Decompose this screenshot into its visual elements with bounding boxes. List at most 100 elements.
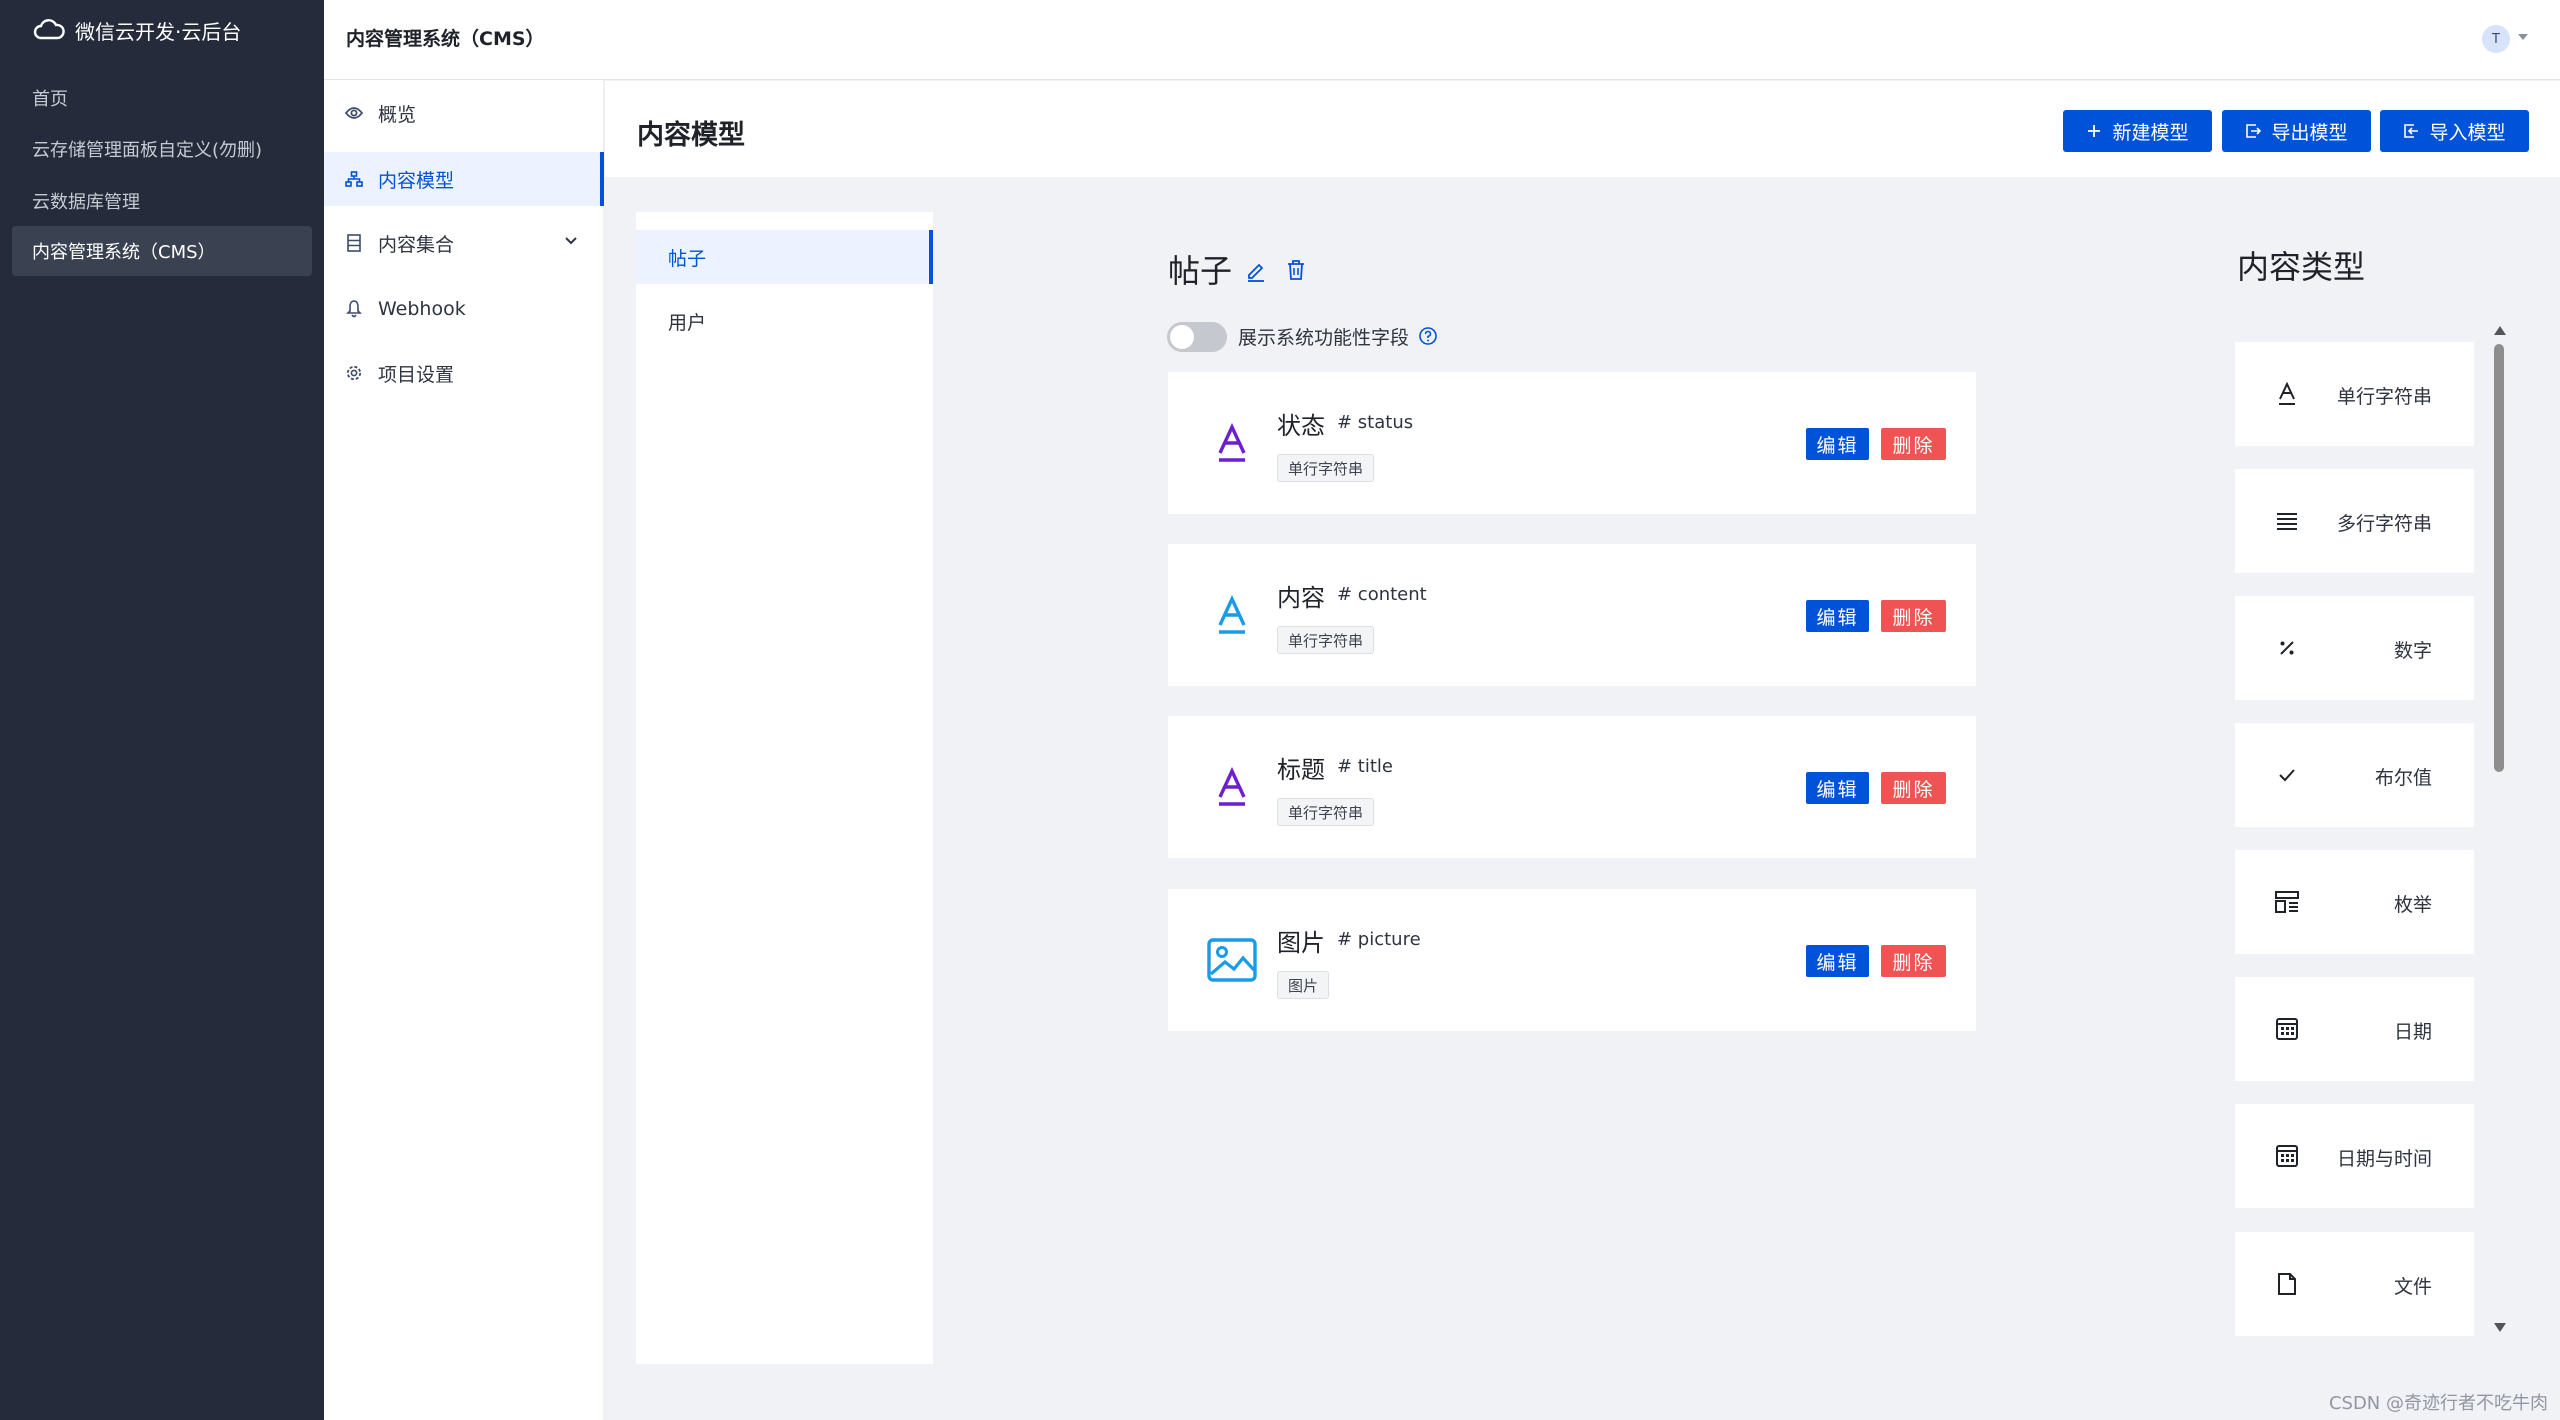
edit-field-button[interactable]: 编辑 bbox=[1806, 428, 1869, 460]
nav-item-project-settings[interactable]: 项目设置 bbox=[324, 346, 604, 400]
field-card-title: 标题 # title 单行字符串 编辑 删除 bbox=[1168, 716, 1976, 858]
enum-icon bbox=[2273, 888, 2301, 916]
sidebar-item-label: 云存储管理面板自定义(勿删) bbox=[32, 140, 263, 161]
toggle-label: 展示系统功能性字段 bbox=[1238, 327, 1410, 349]
scrollbar-thumb[interactable] bbox=[2494, 344, 2504, 772]
header-title: 内容管理系统（CMS） bbox=[346, 28, 545, 50]
calendar-icon bbox=[2273, 1142, 2301, 1170]
content-type-boolean[interactable]: 布尔值 bbox=[2235, 723, 2474, 827]
text-icon bbox=[1206, 417, 1258, 469]
delete-field-button[interactable]: 删除 bbox=[1881, 945, 1946, 977]
field-name: 标题 bbox=[1277, 756, 1325, 784]
brand-logo[interactable]: 微信云开发·云后台 bbox=[33, 14, 241, 46]
sidebar-item-database[interactable]: 云数据库管理 bbox=[12, 176, 312, 226]
field-key: # picture bbox=[1337, 929, 1421, 950]
file-icon bbox=[2273, 1270, 2301, 1298]
nav-item-label: Webhook bbox=[378, 298, 466, 320]
content-type-enum[interactable]: 枚举 bbox=[2235, 850, 2474, 954]
sidebar-item-storage-panel[interactable]: 云存储管理面板自定义(勿删) bbox=[12, 124, 312, 174]
content-type-label: 日期与时间 bbox=[2336, 1148, 2432, 1170]
sidebar-item-home[interactable]: 首页 bbox=[12, 73, 312, 123]
nav-item-content-collection[interactable]: 内容集合 bbox=[324, 216, 604, 270]
scroll-up-arrow[interactable] bbox=[2494, 326, 2506, 335]
image-icon bbox=[1206, 934, 1258, 986]
import-model-label: 导入模型 bbox=[2429, 121, 2506, 144]
content-type-label: 布尔值 bbox=[2374, 767, 2432, 789]
avatar[interactable]: T bbox=[2482, 25, 2510, 53]
content-type-label: 多行字符串 bbox=[2336, 513, 2432, 535]
check-icon bbox=[2273, 761, 2301, 789]
import-model-button[interactable]: 导入模型 bbox=[2380, 110, 2529, 152]
export-model-button[interactable]: 导出模型 bbox=[2222, 110, 2371, 152]
brand-name: 微信云开发·云后台 bbox=[75, 19, 242, 44]
secondary-nav: 概览 内容模型 内容集合 Webhook 项目设置 bbox=[324, 80, 604, 1420]
text-icon bbox=[2273, 380, 2301, 408]
top-header: 内容管理系统（CMS） T bbox=[324, 0, 2560, 80]
edit-field-button[interactable]: 编辑 bbox=[1806, 600, 1869, 632]
content-type-date[interactable]: 日期 bbox=[2235, 977, 2474, 1081]
content-type-number[interactable]: 数字 bbox=[2235, 596, 2474, 700]
nav-item-label: 内容集合 bbox=[378, 233, 455, 256]
import-icon bbox=[2403, 123, 2419, 139]
content-type-label: 日期 bbox=[2393, 1021, 2432, 1043]
nav-item-webhook[interactable]: Webhook bbox=[324, 282, 604, 336]
model-item-label: 帖子 bbox=[668, 247, 707, 270]
nav-item-label: 概览 bbox=[378, 103, 417, 126]
content-type-label: 枚举 bbox=[2393, 894, 2432, 916]
field-name: 状态 bbox=[1277, 412, 1325, 440]
field-card-picture: 图片 # picture 图片 编辑 删除 bbox=[1168, 889, 1976, 1031]
percent-icon bbox=[2273, 634, 2301, 662]
webhook-icon bbox=[344, 299, 364, 319]
edit-icon[interactable] bbox=[1245, 260, 1267, 282]
model-item-users[interactable]: 用户 bbox=[636, 294, 933, 348]
page-header: 内容模型 新建模型 导出模型 导入模型 bbox=[605, 81, 2560, 177]
field-type-tag: 单行字符串 bbox=[1277, 454, 1375, 482]
trash-icon[interactable] bbox=[1286, 259, 1306, 281]
edit-field-button[interactable]: 编辑 bbox=[1806, 772, 1869, 804]
gear-icon bbox=[344, 363, 364, 383]
field-key: # content bbox=[1337, 584, 1427, 605]
system-fields-toggle[interactable] bbox=[1167, 322, 1227, 352]
collection-icon bbox=[344, 233, 364, 253]
scroll-down-arrow[interactable] bbox=[2494, 1323, 2506, 1332]
content-type-datetime[interactable]: 日期与时间 bbox=[2235, 1104, 2474, 1208]
page-title: 内容模型 bbox=[637, 120, 745, 151]
main-sidebar: 微信云开发·云后台 首页 云存储管理面板自定义(勿删) 云数据库管理 内容管理系… bbox=[0, 0, 324, 1420]
nav-item-content-model[interactable]: 内容模型 bbox=[324, 152, 604, 206]
content-type-single-line[interactable]: 单行字符串 bbox=[2235, 342, 2474, 446]
model-list: 帖子 用户 bbox=[636, 212, 933, 1364]
content-types-scrollbar[interactable] bbox=[2490, 322, 2508, 1336]
nav-item-label: 内容模型 bbox=[378, 169, 455, 192]
nav-item-overview[interactable]: 概览 bbox=[324, 86, 604, 140]
content-type-file[interactable]: 文件 bbox=[2235, 1232, 2474, 1336]
field-key: # status bbox=[1337, 412, 1414, 433]
content-type-label: 文件 bbox=[2393, 1276, 2432, 1298]
model-item-label: 用户 bbox=[668, 311, 707, 334]
sidebar-item-label: 首页 bbox=[32, 89, 68, 110]
content-type-label: 单行字符串 bbox=[2336, 386, 2432, 408]
text-icon bbox=[1206, 761, 1258, 813]
content-type-label: 数字 bbox=[2393, 640, 2432, 662]
toggle-knob bbox=[1170, 325, 1194, 349]
delete-field-button[interactable]: 删除 bbox=[1881, 772, 1946, 804]
sidebar-item-cms[interactable]: 内容管理系统（CMS） bbox=[12, 226, 312, 276]
text-icon bbox=[1206, 589, 1258, 641]
multiline-icon bbox=[2273, 507, 2301, 535]
model-item-posts[interactable]: 帖子 bbox=[636, 230, 933, 284]
delete-field-button[interactable]: 删除 bbox=[1881, 428, 1946, 460]
cloud-icon bbox=[33, 19, 65, 40]
model-tree-icon bbox=[344, 169, 364, 189]
new-model-button[interactable]: 新建模型 bbox=[2063, 110, 2212, 152]
content-type-multi-line[interactable]: 多行字符串 bbox=[2235, 469, 2474, 573]
eye-icon bbox=[344, 103, 364, 123]
sidebar-item-label: 云数据库管理 bbox=[32, 192, 140, 213]
chevron-down-icon[interactable] bbox=[564, 236, 578, 246]
field-type-tag: 单行字符串 bbox=[1277, 626, 1375, 654]
help-icon[interactable] bbox=[1418, 326, 1438, 346]
field-name: 图片 bbox=[1277, 929, 1325, 957]
field-type-tag: 图片 bbox=[1277, 971, 1330, 999]
field-type-tag: 单行字符串 bbox=[1277, 798, 1375, 826]
chevron-down-icon[interactable] bbox=[2518, 34, 2528, 40]
edit-field-button[interactable]: 编辑 bbox=[1806, 945, 1869, 977]
delete-field-button[interactable]: 删除 bbox=[1881, 600, 1946, 632]
